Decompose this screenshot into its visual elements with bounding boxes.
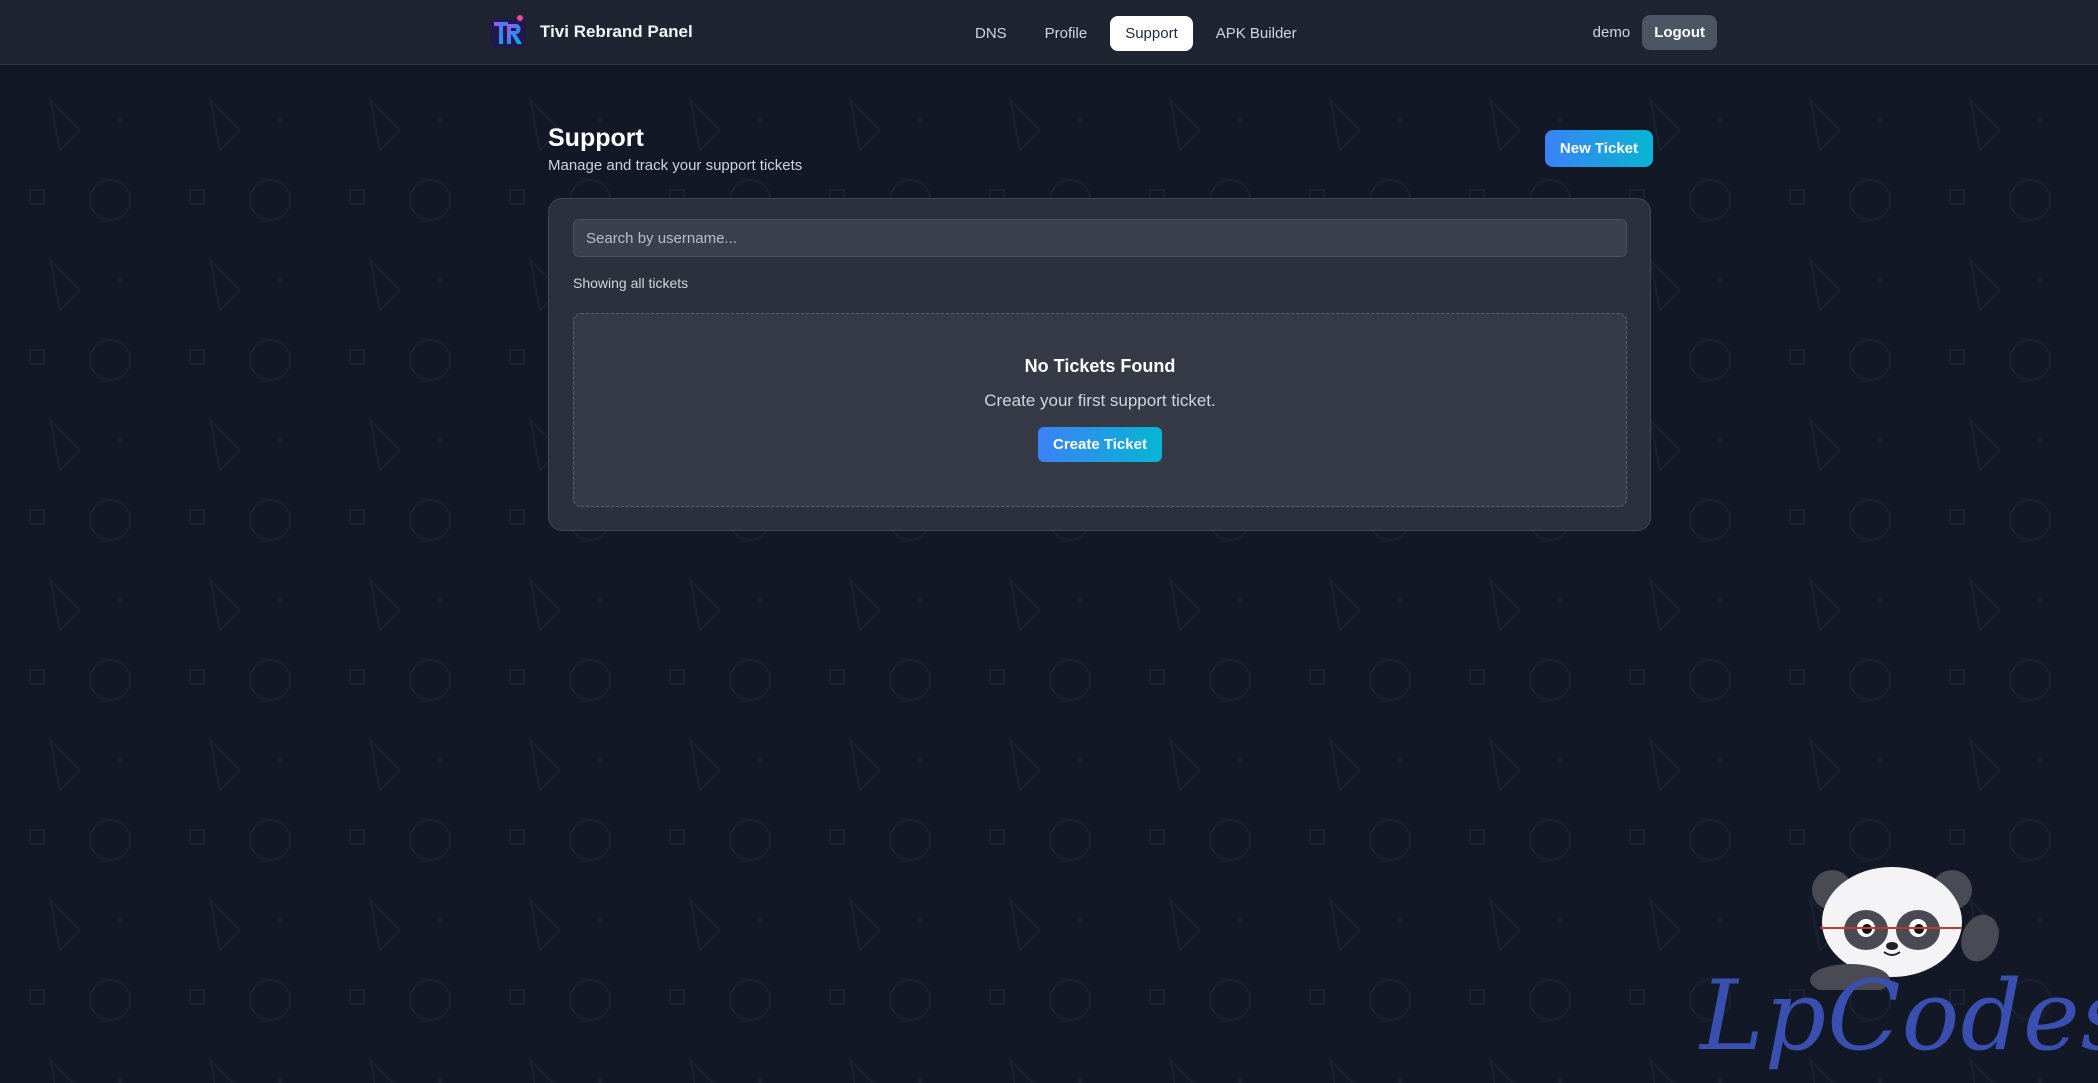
nav-link-support[interactable]: Support <box>1110 16 1193 51</box>
main-content: Support Manage and track your support ti… <box>548 120 1653 531</box>
empty-state-message: Create your first support ticket. <box>984 391 1216 410</box>
create-ticket-button[interactable]: Create Ticket <box>1038 427 1162 462</box>
nav-link-dns[interactable]: DNS <box>960 16 1022 51</box>
nav-link-apk-builder[interactable]: APK Builder <box>1201 16 1312 51</box>
page-title: Support <box>548 124 644 152</box>
tickets-card: Showing all tickets No Tickets Found Cre… <box>548 198 1651 531</box>
page-subtitle: Manage and track your support tickets <box>548 157 803 174</box>
tr-logo-icon <box>490 15 526 48</box>
search-input[interactable] <box>573 219 1627 257</box>
main-nav: DNS Profile Support APK Builder <box>960 16 1312 51</box>
brand-title: Tivi Rebrand Panel <box>540 22 693 41</box>
filter-status: Showing all tickets <box>573 275 689 291</box>
logout-button[interactable]: Logout <box>1642 15 1717 50</box>
top-navbar: Tivi Rebrand Panel DNS Profile Support A… <box>0 0 2098 65</box>
user-area: demo Logout <box>1593 15 1717 50</box>
new-ticket-button[interactable]: New Ticket <box>1544 130 1653 167</box>
watermark: LpCodes <box>1700 860 2098 1080</box>
watermark-text: LpCodes <box>1700 960 2098 1072</box>
empty-state-title: No Tickets Found <box>1024 356 1176 376</box>
username: demo <box>1592 24 1631 41</box>
nav-link-profile[interactable]: Profile <box>1030 16 1103 51</box>
brand[interactable]: Tivi Rebrand Panel <box>488 12 693 52</box>
empty-state: No Tickets Found Create your first suppo… <box>573 313 1627 507</box>
